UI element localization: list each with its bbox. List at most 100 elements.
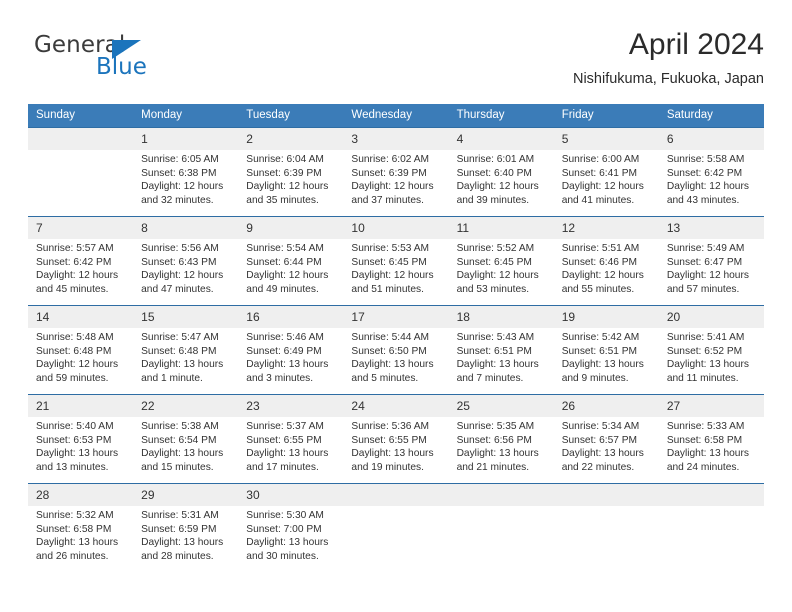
- daylight-text-line1: Daylight: 12 hours: [141, 181, 224, 193]
- weekday-header-wednesday: Wednesday: [343, 104, 449, 128]
- day-details: Sunrise: 5:38 AM Sunset: 6:54 PM Daylight:…: [133, 417, 238, 474]
- calendar-day-cell[interactable]: 21 Sunrise: 5:40 AM Sunset: 6:53 PM Dayligh…: [28, 394, 134, 484]
- calendar-day-cell[interactable]: 17 Sunrise: 5:44 AM Sunset: 6:50 PM Dayligh…: [343, 305, 449, 395]
- calendar-day-cell[interactable]: 23 Sunrise: 5:37 AM Sunset: 6:55 PM Dayligh…: [238, 394, 344, 484]
- sunset-text: Sunset: 6:55 PM: [246, 434, 322, 446]
- day-cell-content: 18 Sunrise: 5:43 AM Sunset: 6:51 PM Dayligh…: [448, 306, 554, 394]
- day-cell-content: 5 Sunrise: 6:00 AM Sunset: 6:41 PM Daylight…: [553, 128, 659, 216]
- calendar-day-cell[interactable]: 14 Sunrise: 5:48 AM Sunset: 6:48 PM Dayligh…: [28, 305, 134, 395]
- day-cell-content: 21 Sunrise: 5:40 AM Sunset: 6:53 PM Dayligh…: [28, 395, 134, 483]
- daylight-text-line2: and 24 minutes.: [666, 461, 740, 473]
- sunrise-text: Sunrise: 5:43 AM: [456, 332, 535, 343]
- daylight-text-line2: and 53 minutes.: [456, 283, 530, 295]
- day-details: Sunrise: 6:01 AM Sunset: 6:40 PM Daylight:…: [449, 150, 554, 207]
- sunset-text: Sunset: 6:58 PM: [36, 523, 112, 535]
- daylight-text-line1: Daylight: 12 hours: [246, 270, 329, 282]
- sunrise-text: Sunrise: 5:35 AM: [456, 421, 535, 432]
- calendar-day-cell[interactable]: 30 Sunrise: 5:30 AM Sunset: 7:00 PM Dayligh…: [238, 483, 344, 572]
- calendar-day-cell[interactable]: 24 Sunrise: 5:36 AM Sunset: 6:55 PM Dayligh…: [343, 394, 449, 484]
- day-number: 21: [28, 395, 134, 417]
- daylight-text-line2: and 13 minutes.: [36, 461, 109, 473]
- calendar-day-cell[interactable]: 28 Sunrise: 5:32 AM Sunset: 6:58 PM Dayligh…: [28, 483, 134, 572]
- calendar-day-cell[interactable]: 10 Sunrise: 5:53 AM Sunset: 6:45 PM Dayligh…: [343, 216, 449, 306]
- calendar-day-cell[interactable]: 11 Sunrise: 5:52 AM Sunset: 6:45 PM Dayligh…: [448, 216, 554, 306]
- daylight-text-line1: Daylight: 13 hours: [456, 359, 539, 371]
- calendar-day-cell[interactable]: 6 Sunrise: 5:58 AM Sunset: 6:42 PM Daylight…: [658, 127, 764, 217]
- sunset-text: Sunset: 6:43 PM: [141, 256, 217, 268]
- sunrise-text: Sunrise: 6:04 AM: [246, 154, 324, 165]
- calendar-day-cell[interactable]: 9 Sunrise: 5:54 AM Sunset: 6:44 PM Daylight…: [238, 216, 344, 306]
- day-cell-content: 7 Sunrise: 5:57 AM Sunset: 6:42 PM Daylight…: [28, 217, 134, 305]
- day-cell-content: 24 Sunrise: 5:36 AM Sunset: 6:55 PM Dayligh…: [343, 395, 449, 483]
- day-details: Sunrise: 6:02 AM Sunset: 6:39 PM Daylight:…: [343, 150, 448, 207]
- day-number: 22: [133, 395, 239, 417]
- calendar-day-cell[interactable]: 27 Sunrise: 5:33 AM Sunset: 6:58 PM Dayligh…: [658, 394, 764, 484]
- calendar-week-row: 21 Sunrise: 5:40 AM Sunset: 6:53 PM Dayligh…: [28, 394, 764, 484]
- calendar-day-cell[interactable]: 2 Sunrise: 6:04 AM Sunset: 6:39 PM Daylight…: [238, 127, 344, 217]
- calendar-day-cell[interactable]: 7 Sunrise: 5:57 AM Sunset: 6:42 PM Daylight…: [28, 216, 134, 306]
- day-details: Sunrise: 5:44 AM Sunset: 6:50 PM Daylight:…: [343, 328, 448, 385]
- calendar-day-cell[interactable]: 19 Sunrise: 5:42 AM Sunset: 6:51 PM Dayligh…: [553, 305, 659, 395]
- sunrise-text: Sunrise: 5:52 AM: [456, 243, 535, 254]
- weekday-header-thursday: Thursday: [448, 104, 554, 128]
- day-cell-content: 10 Sunrise: 5:53 AM Sunset: 6:45 PM Dayligh…: [343, 217, 449, 305]
- calendar-day-cell[interactable]: 26 Sunrise: 5:34 AM Sunset: 6:57 PM Dayligh…: [553, 394, 659, 484]
- day-details: Sunrise: 5:53 AM Sunset: 6:45 PM Daylight:…: [343, 239, 448, 296]
- daylight-text-line2: and 7 minutes.: [456, 372, 524, 384]
- daylight-text-line2: and 41 minutes.: [561, 194, 635, 206]
- calendar-day-cell[interactable]: 5 Sunrise: 6:00 AM Sunset: 6:41 PM Daylight…: [553, 127, 659, 217]
- day-number: 19: [553, 306, 659, 328]
- daylight-text-line1: Daylight: 12 hours: [351, 181, 434, 193]
- day-cell-content: 6 Sunrise: 5:58 AM Sunset: 6:42 PM Daylight…: [658, 128, 764, 216]
- day-number: 29: [133, 484, 239, 506]
- calendar-day-cell[interactable]: 3 Sunrise: 6:02 AM Sunset: 6:39 PM Daylight…: [343, 127, 449, 217]
- weekday-header-sunday: Sunday: [28, 104, 134, 128]
- day-cell-content: 19 Sunrise: 5:42 AM Sunset: 6:51 PM Dayligh…: [553, 306, 659, 394]
- day-number: [28, 128, 134, 150]
- daylight-text-line1: Daylight: 12 hours: [246, 181, 329, 193]
- daylight-text-line1: Daylight: 12 hours: [666, 181, 749, 193]
- daylight-text-line1: Daylight: 13 hours: [351, 448, 434, 460]
- calendar-day-cell[interactable]: 8 Sunrise: 5:56 AM Sunset: 6:43 PM Daylight…: [133, 216, 239, 306]
- calendar-day-cell[interactable]: 25 Sunrise: 5:35 AM Sunset: 6:56 PM Dayligh…: [448, 394, 554, 484]
- calendar-day-cell[interactable]: 15 Sunrise: 5:47 AM Sunset: 6:48 PM Dayligh…: [133, 305, 239, 395]
- day-details: Sunrise: 5:36 AM Sunset: 6:55 PM Daylight:…: [343, 417, 448, 474]
- calendar-day-cell[interactable]: 29 Sunrise: 5:31 AM Sunset: 6:59 PM Dayligh…: [133, 483, 239, 572]
- weekday-header-saturday: Saturday: [658, 104, 764, 128]
- calendar-day-cell[interactable]: 13 Sunrise: 5:49 AM Sunset: 6:47 PM Dayligh…: [658, 216, 764, 306]
- daylight-text-line1: Daylight: 13 hours: [36, 448, 119, 460]
- calendar-day-cell[interactable]: 16 Sunrise: 5:46 AM Sunset: 6:49 PM Dayligh…: [238, 305, 344, 395]
- sunrise-text: Sunrise: 5:42 AM: [561, 332, 640, 343]
- day-number: 20: [658, 306, 764, 328]
- daylight-text-line1: Daylight: 12 hours: [36, 359, 119, 371]
- daylight-text-line1: Daylight: 13 hours: [561, 448, 644, 460]
- daylight-text-line1: Daylight: 12 hours: [456, 181, 539, 193]
- day-details: Sunrise: 6:00 AM Sunset: 6:41 PM Daylight:…: [554, 150, 659, 207]
- day-number: 1: [133, 128, 239, 150]
- sunset-text: Sunset: 6:42 PM: [36, 256, 112, 268]
- daylight-text-line2: and 19 minutes.: [351, 461, 424, 473]
- day-number: 25: [448, 395, 554, 417]
- day-cell-content: 22 Sunrise: 5:38 AM Sunset: 6:54 PM Dayligh…: [133, 395, 239, 483]
- day-details: Sunrise: 5:41 AM Sunset: 6:52 PM Daylight:…: [659, 328, 764, 385]
- daylight-text-line1: Daylight: 12 hours: [666, 270, 749, 282]
- calendar-page: General Blue April 2024 Nishifukuma, Fuk…: [0, 0, 792, 612]
- calendar-day-cell[interactable]: 22 Sunrise: 5:38 AM Sunset: 6:54 PM Dayligh…: [133, 394, 239, 484]
- daylight-text-line2: and 5 minutes.: [351, 372, 419, 384]
- calendar-day-cell[interactable]: 12 Sunrise: 5:51 AM Sunset: 6:46 PM Dayligh…: [553, 216, 659, 306]
- sunrise-text: Sunrise: 5:32 AM: [36, 510, 114, 521]
- sunset-text: Sunset: 6:49 PM: [246, 345, 322, 357]
- calendar-day-cell[interactable]: 18 Sunrise: 5:43 AM Sunset: 6:51 PM Dayligh…: [448, 305, 554, 395]
- day-number: 8: [133, 217, 239, 239]
- general-blue-logo[interactable]: General Blue: [34, 32, 254, 90]
- sunrise-text: Sunrise: 5:38 AM: [141, 421, 219, 432]
- calendar-day-cell[interactable]: 20 Sunrise: 5:41 AM Sunset: 6:52 PM Dayligh…: [658, 305, 764, 395]
- calendar-day-cell[interactable]: 1 Sunrise: 6:05 AM Sunset: 6:38 PM Daylight…: [133, 127, 239, 217]
- sunset-text: Sunset: 6:45 PM: [456, 256, 532, 268]
- calendar-day-cell[interactable]: 4 Sunrise: 6:01 AM Sunset: 6:40 PM Daylight…: [448, 127, 554, 217]
- day-cell-content: [658, 484, 764, 572]
- sunrise-text: Sunrise: 5:47 AM: [141, 332, 219, 343]
- sunset-text: Sunset: 6:59 PM: [141, 523, 217, 535]
- day-details: Sunrise: 5:52 AM Sunset: 6:45 PM Daylight:…: [449, 239, 554, 296]
- day-number: 23: [238, 395, 344, 417]
